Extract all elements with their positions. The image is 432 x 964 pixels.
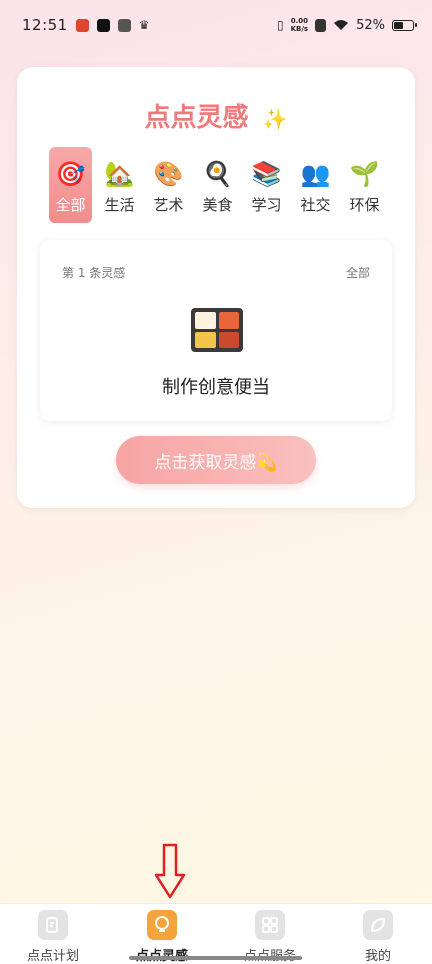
- leaf-icon: [363, 910, 393, 940]
- bottom-nav: 点点计划 点点灵感 点点服务 我的: [0, 903, 432, 964]
- net-speed-unit: KB/s: [290, 25, 309, 33]
- nav-label: 点点计划: [26, 949, 79, 964]
- battery-icon: [392, 19, 417, 31]
- tab-label: 社交: [300, 196, 331, 214]
- tab-label: 全部: [55, 196, 86, 214]
- tab-label: 学习: [251, 196, 282, 214]
- house-icon: 🏡: [104, 160, 135, 188]
- idea-category: 全部: [345, 266, 370, 280]
- vibrate-icon: ▯: [277, 18, 284, 32]
- page-title: 点点灵感 ✨: [17, 97, 415, 134]
- frying-pan-icon: 🍳: [202, 160, 233, 188]
- nav-label: 我的: [364, 949, 391, 964]
- tab-eco[interactable]: 🌱 环保: [343, 147, 386, 223]
- sparkles-icon: ✨: [262, 107, 288, 131]
- wifi-icon: [334, 20, 349, 30]
- net-speed-value: 0.00: [290, 17, 308, 25]
- palette-icon: 🎨: [153, 160, 184, 188]
- tab-food[interactable]: 🍳 美食: [196, 147, 239, 223]
- people-icon: 👥: [300, 160, 331, 188]
- tab-study[interactable]: 📚 学习: [245, 147, 288, 223]
- tab-label: 美食: [202, 196, 233, 214]
- nav-profile[interactable]: 我的: [333, 910, 423, 964]
- nav-plan[interactable]: 点点计划: [8, 910, 98, 964]
- tab-art[interactable]: 🎨 艺术: [147, 147, 190, 223]
- plan-icon: [38, 910, 68, 940]
- seedling-icon: 🌱: [349, 160, 380, 188]
- bento-box-icon: [191, 308, 243, 352]
- message-icon: [117, 18, 131, 32]
- nav-label: 点点灵感: [117, 945, 207, 964]
- idea-text: 制作创意便当: [162, 377, 270, 398]
- tab-life[interactable]: 🏡 生活: [98, 147, 141, 223]
- battery-percent: 52%: [356, 17, 385, 33]
- target-icon: 🎯: [55, 160, 86, 188]
- app-notification-icon: [75, 18, 89, 32]
- crown-icon: ♛: [138, 18, 150, 32]
- annotation-arrow-icon: [154, 843, 186, 899]
- books-icon: 📚: [251, 160, 282, 188]
- home-indicator[interactable]: [129, 956, 302, 960]
- nfc-icon: [315, 18, 327, 32]
- battery-level: [394, 21, 403, 29]
- page-title-text: 点点灵感: [144, 103, 249, 133]
- tab-label: 艺术: [153, 196, 184, 214]
- tab-social[interactable]: 👥 社交: [294, 147, 337, 223]
- tab-label: 生活: [104, 196, 135, 214]
- idea-display: 第 1 条灵感 全部 制作创意便当: [40, 240, 392, 421]
- tab-all[interactable]: 🎯 全部: [49, 147, 92, 223]
- status-bar: 12:51 ♛ ▯ 0.00 KB/s 52%: [0, 0, 432, 50]
- status-time: 12:51: [22, 16, 68, 34]
- idea-count: 第 1 条灵感: [62, 266, 126, 280]
- grid-icon: [255, 910, 285, 940]
- tiktok-icon: [96, 18, 110, 32]
- nav-label: 点点服务: [225, 945, 315, 964]
- inspiration-card: 点点灵感 ✨ 🎯 全部 🏡 生活 🎨 艺术 🍳 美食 📚 学习 👥 社交 🌱 环…: [17, 67, 415, 508]
- tab-label: 环保: [349, 196, 380, 214]
- get-inspiration-button[interactable]: 点击获取灵感💫: [116, 436, 316, 484]
- category-tabs: 🎯 全部 🏡 生活 🎨 艺术 🍳 美食 📚 学习 👥 社交 🌱 环保: [49, 147, 389, 223]
- bulb-icon: [147, 910, 177, 940]
